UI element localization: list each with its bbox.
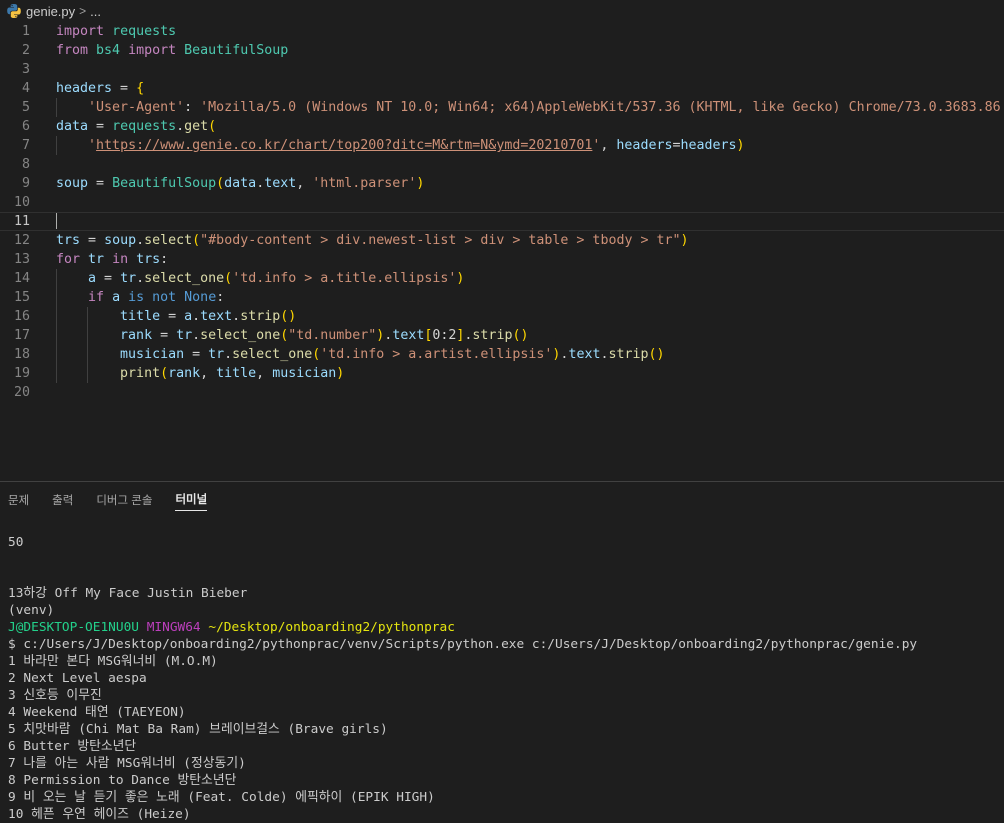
code-line[interactable]: 16 title = a.text.strip()	[0, 307, 1004, 326]
indent-guide	[56, 307, 57, 326]
line-number: 4	[21, 81, 30, 96]
code-text: data = requests.get(	[56, 119, 217, 134]
code-line[interactable]: 3	[0, 60, 1004, 79]
indent-guide	[86, 364, 88, 383]
terminal-line: 10 헤픈 우연 헤이즈 (Heize)	[8, 807, 191, 822]
code-text: title = a.text.strip()	[120, 309, 297, 324]
terminal-line: J@DESKTOP-OE1NU0U MINGW64 ~/Desktop/onbo…	[8, 620, 455, 635]
bottom-panel: 문제 출력 디버그 콘솔 터미널 50 13하강 Off My Face Just…	[0, 481, 1004, 822]
line-number: 6	[21, 119, 30, 134]
terminal-line: 2 Next Level aespa	[8, 671, 147, 686]
code-text: 'User-Agent': 'Mozilla/5.0 (Windows NT 1…	[88, 100, 1001, 115]
tab-terminal[interactable]: 터미널	[175, 487, 208, 511]
code-text: trs = soup.select("#body-content > div.n…	[56, 233, 689, 248]
breadcrumb-file[interactable]: genie.py	[26, 4, 75, 19]
line-number: 2	[21, 43, 30, 58]
code-line[interactable]: 14 a = tr.select_one('td.info > a.title.…	[0, 269, 1004, 288]
line-number: 1	[21, 24, 30, 39]
indent-guide	[56, 364, 57, 383]
code-line[interactable]: 5 'User-Agent': 'Mozilla/5.0 (Windows NT…	[0, 98, 1004, 117]
terminal-line: 5 치맛바람 (Chi Mat Ba Ram) 브레이브걸스 (Brave gi…	[8, 722, 388, 737]
line-number: 17	[13, 328, 30, 343]
code-text: print(rank, title, musician)	[120, 366, 345, 381]
code-line[interactable]: 4 headers = {	[0, 79, 1004, 98]
line-number: 5	[21, 100, 30, 115]
terminal-line: 6 Butter 방탄소년단	[8, 739, 137, 754]
indent-guide	[56, 345, 57, 364]
line-number: 11	[13, 214, 30, 229]
code-line[interactable]: 20	[0, 383, 1004, 402]
code-line[interactable]: 19 print(rank, title, musician)	[0, 364, 1004, 383]
chevron-right-icon: >	[79, 4, 87, 18]
terminal-line: 3 신호등 이무진	[8, 688, 102, 703]
terminal-line: 13하강 Off My Face Justin Bieber	[8, 586, 248, 601]
code-text: if a is not None:	[88, 290, 225, 305]
terminal-line: 50	[8, 535, 24, 550]
code-line[interactable]: 18 musician = tr.select_one('td.info > a…	[0, 345, 1004, 364]
code-text: import requests	[56, 24, 177, 39]
terminal-line: 9 비 오는 날 듣기 좋은 노래 (Feat. Colde) 에픽하이 (EP…	[8, 790, 435, 805]
tab-problems[interactable]: 문제	[8, 488, 29, 511]
terminal-line: 1 바라만 본다 MSG워너비 (M.O.M)	[8, 654, 218, 669]
line-number: 10	[13, 195, 30, 210]
line-number: 9	[21, 176, 30, 191]
terminal-line: 8 Permission to Dance 방탄소년단	[8, 773, 237, 788]
terminal-output[interactable]: 50 13하강 Off My Face Justin Bieber (venv) J@…	[8, 534, 998, 823]
code-line[interactable]: 17 rank = tr.select_one("td.number").tex…	[0, 326, 1004, 345]
line-number: 16	[13, 309, 30, 324]
panel-tabs: 문제 출력 디버그 콘솔 터미널	[0, 482, 222, 516]
indent-guide	[86, 345, 88, 364]
code-text: a = tr.select_one('td.info > a.title.ell…	[88, 271, 465, 286]
indent-guide	[56, 269, 57, 288]
code-text: 'https://www.genie.co.kr/chart/top200?di…	[88, 138, 745, 153]
line-number: 18	[13, 347, 30, 362]
code-text: musician = tr.select_one('td.info > a.ar…	[120, 347, 665, 362]
python-file-icon	[7, 4, 21, 18]
code-line[interactable]: 8	[0, 155, 1004, 174]
code-line[interactable]: 6 data = requests.get(	[0, 117, 1004, 136]
indent-guide	[86, 326, 88, 345]
line-number: 7	[21, 138, 30, 153]
code-line[interactable]: 13 for tr in trs:	[0, 250, 1004, 269]
terminal-line: 7 나를 아는 사람 MSG워너비 (정상동기)	[8, 756, 246, 771]
breadcrumb-more[interactable]: ...	[90, 4, 101, 19]
line-number: 12	[13, 233, 30, 248]
code-text: soup = BeautifulSoup(data.text, 'html.pa…	[56, 176, 425, 191]
code-text: rank = tr.select_one("td.number").text[0…	[120, 328, 529, 343]
indent-guide	[56, 288, 57, 307]
breadcrumb: genie.py > ...	[0, 0, 1004, 22]
line-number: 19	[13, 366, 30, 381]
code-editor[interactable]: 1 import requests 2 from bs4 import Beautif…	[0, 22, 1004, 480]
indent-guide	[56, 326, 57, 345]
text-cursor	[56, 213, 57, 229]
code-line[interactable]: 12 trs = soup.select("#body-content > div…	[0, 231, 1004, 250]
code-line[interactable]: 10	[0, 193, 1004, 212]
tab-debug-console[interactable]: 디버그 콘솔	[96, 488, 152, 511]
line-number: 20	[13, 385, 30, 400]
code-line[interactable]: 9 soup = BeautifulSoup(data.text, 'html.p…	[0, 174, 1004, 193]
line-number: 13	[13, 252, 30, 267]
terminal-line: $ c:/Users/J/Desktop/onboarding2/pythonp…	[8, 637, 918, 652]
line-number: 3	[21, 62, 30, 77]
terminal-line: 4 Weekend 태연 (TAEYEON)	[8, 705, 186, 720]
line-number: 15	[13, 290, 30, 305]
code-line[interactable]: 11	[0, 212, 1004, 231]
code-text: for tr in trs:	[56, 252, 169, 267]
indent-guide	[86, 307, 88, 326]
code-line[interactable]: 1 import requests	[0, 22, 1004, 41]
code-text	[56, 213, 57, 230]
line-number: 14	[13, 271, 30, 286]
indent-guide	[56, 136, 57, 155]
code-text: headers = {	[56, 81, 145, 96]
tab-output[interactable]: 출력	[52, 488, 73, 511]
terminal-line: (venv)	[8, 603, 55, 618]
code-text: from bs4 import BeautifulSoup	[56, 43, 289, 58]
code-line[interactable]: 15 if a is not None:	[0, 288, 1004, 307]
line-number: 8	[21, 157, 30, 172]
code-line[interactable]: 2 from bs4 import BeautifulSoup	[0, 41, 1004, 60]
code-line[interactable]: 7 'https://www.genie.co.kr/chart/top200?…	[0, 136, 1004, 155]
indent-guide	[56, 98, 57, 117]
